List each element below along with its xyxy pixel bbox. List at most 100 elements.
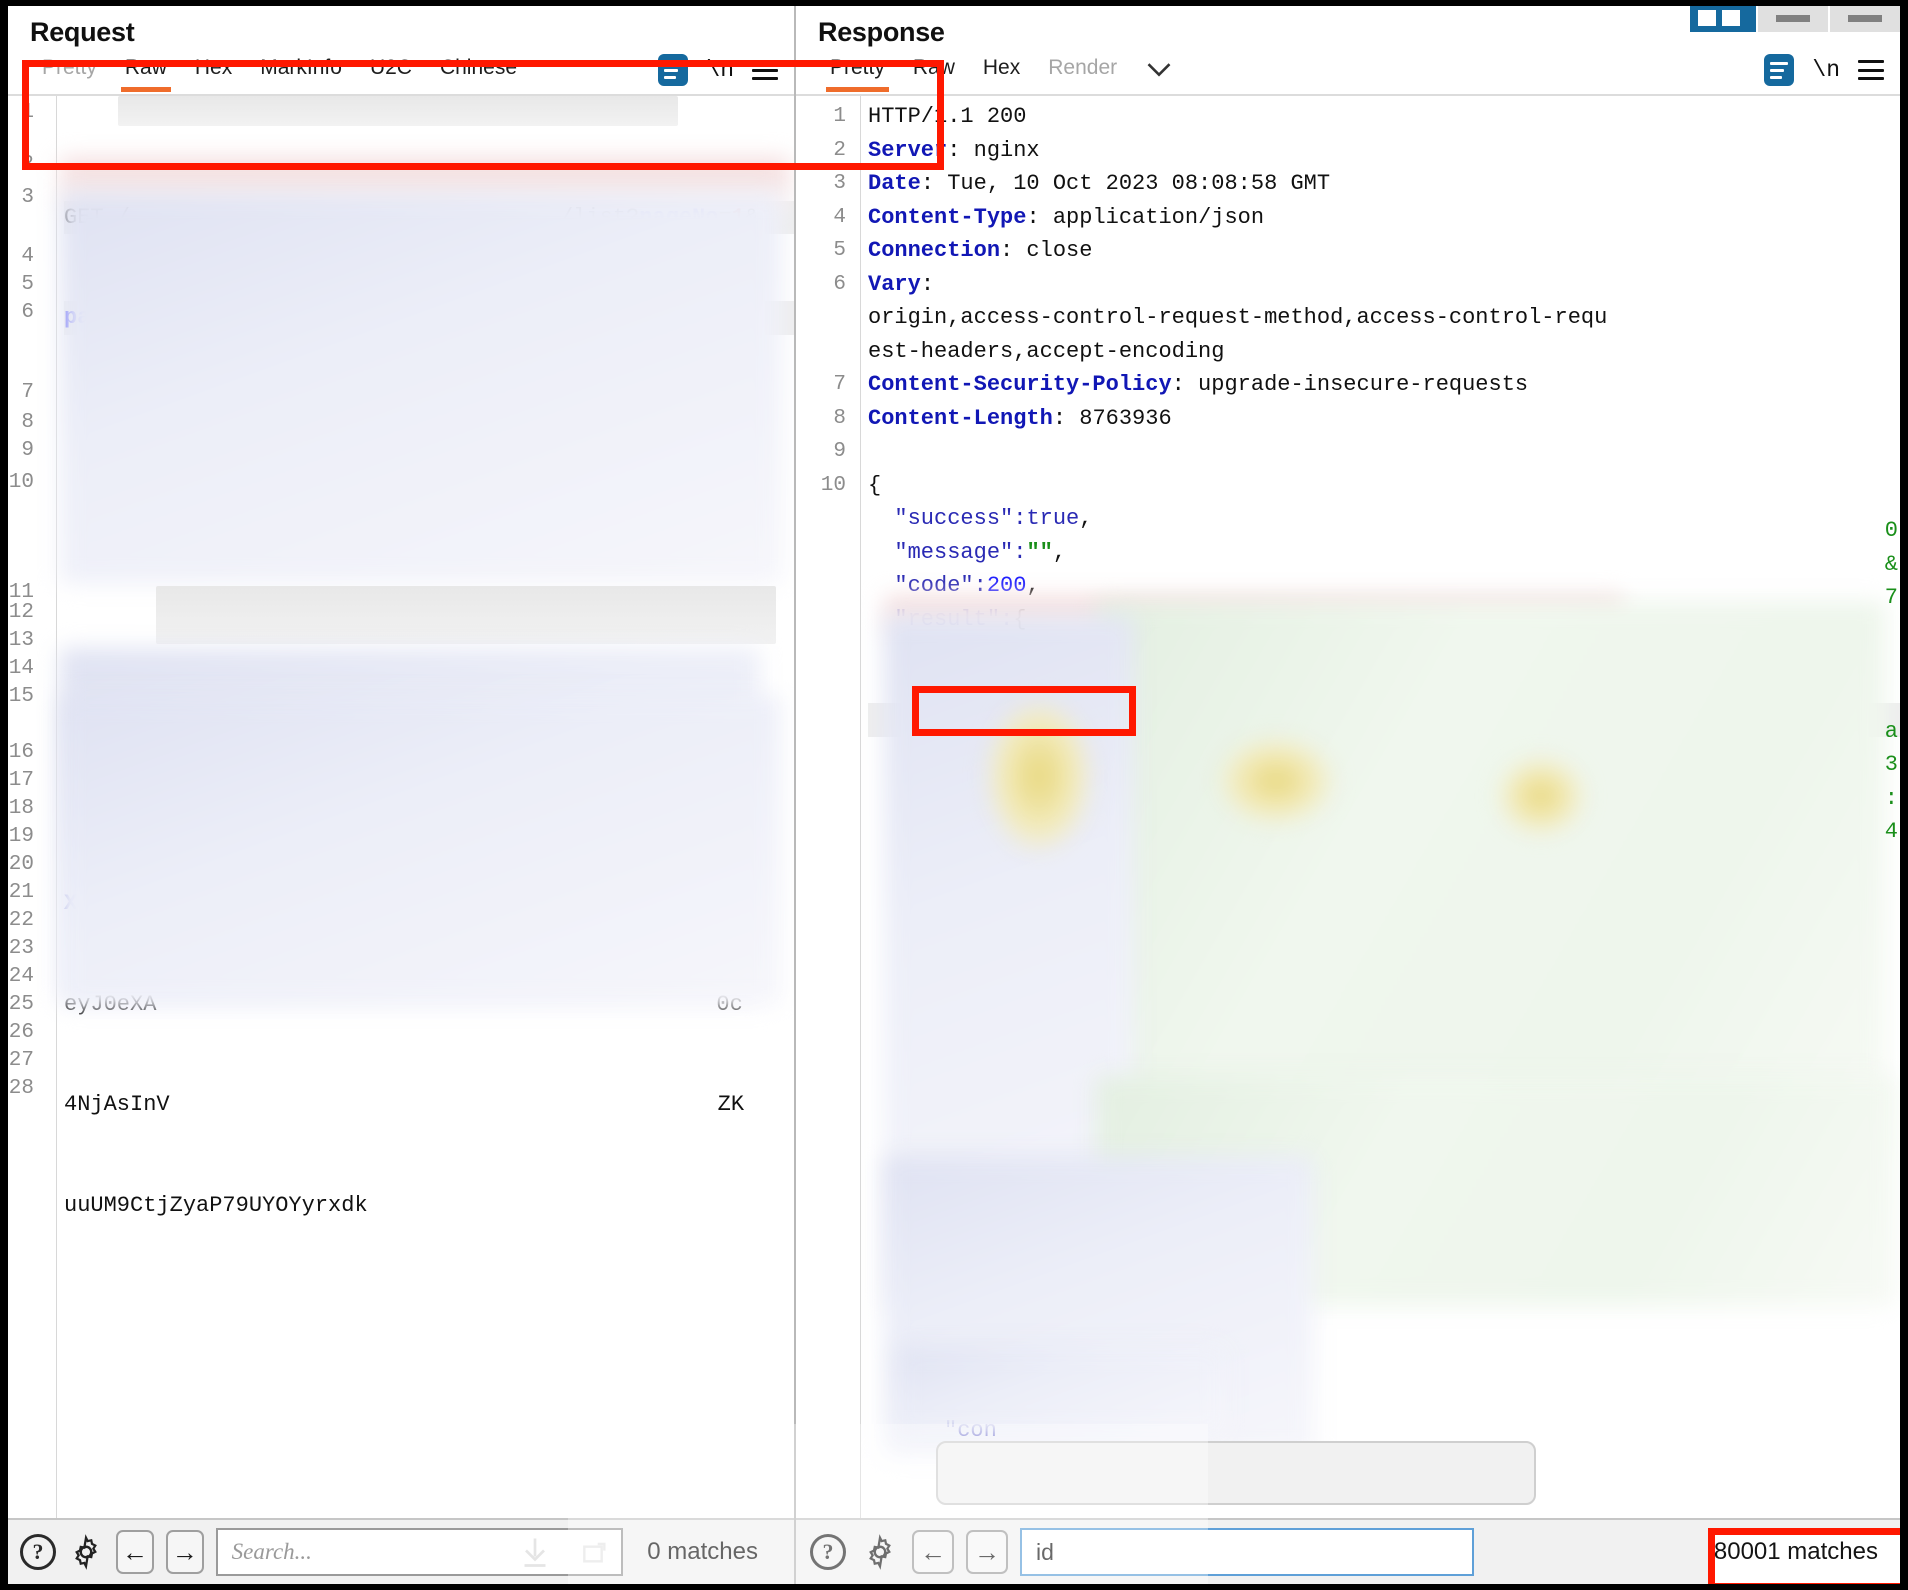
tab-response-raw[interactable]: Raw [899,50,969,90]
request-panel: Request Pretty Raw Hex MarkInfo U2C Chin… [8,6,1208,1584]
request-line-number: 9 [21,439,34,462]
json-key: "success": [894,506,1027,531]
restore-window-button[interactable] [1690,6,1756,32]
regex-toggle-icon [583,1542,606,1563]
response-line-number-blank [796,301,854,335]
help-icon-response[interactable]: ? [808,1532,848,1572]
colon: : [920,171,935,196]
search-placeholder-request: Search... [231,1539,312,1564]
response-header-key: Server [868,137,948,163]
tab-response-render[interactable]: Render [1034,50,1131,90]
response-line-number-blank [796,335,854,369]
response-header-key: Date [868,171,921,196]
blur-response-highlight-1 [984,696,1094,856]
download-icon [524,1538,546,1567]
response-header-value: est-headers,accept-encoding [868,338,1225,364]
response-header-key: Content-Length [868,405,1053,431]
maximize-window-button[interactable] [1828,6,1900,32]
response-line-number-blank: . [796,569,854,603]
word-wrap-icon[interactable] [658,54,689,86]
token-prefix-2: 4NjAsInV [64,1092,170,1117]
response-header-value: 8763936 [1066,405,1172,431]
request-line-number: 7 [21,381,34,404]
edge-frag-5: : [1884,785,1898,811]
response-header-value: application/json [1039,204,1265,230]
tab-request-raw[interactable]: Raw [111,50,181,92]
newline-icon-response[interactable]: \n [1812,57,1840,83]
response-header-value: Tue, 10 Oct 2023 08:08:58 GMT [934,171,1331,196]
search-input-request[interactable]: Search... [215,1528,624,1576]
response-line-number: 8 [833,406,846,430]
response-line: est-headers,accept-encoding [868,335,1900,369]
response-line-number: 2 [833,138,846,162]
request-panel-title: Request [30,17,135,47]
edge-frag-2: 7 [1884,585,1898,610]
response-header-key: Vary [868,271,921,297]
response-line-number: 7 [833,373,846,396]
gutter-divider [56,96,57,1518]
response-header-key: Content-Type [868,204,1027,230]
response-line: Date: Tue, 10 Oct 2023 08:08:58 GMT [868,167,1900,201]
response-json-line: "message":"", [868,536,1900,570]
response-header-key: Content-Security-Policy [868,372,1172,397]
gear-icon-response[interactable] [860,1532,900,1572]
json-value: true [1026,506,1080,531]
match-count-response: 80001 matches [1713,1538,1878,1565]
tab-response-hex[interactable]: Hex [969,50,1034,90]
match-count-request: 0 matches [647,1538,758,1565]
request-line-number: 1 [21,101,34,124]
request-body[interactable]: 1 2 3 4 5 6 7 8 9 10 11 12 13 14 15 16 17 18 19 20 21 22 23 24 2… [8,96,794,1518]
tab-request-pretty[interactable]: Pretty [28,50,111,90]
colon: : [1171,372,1185,397]
blur-response-highlight-2 [1216,736,1336,826]
response-line: Vary: [868,268,1900,302]
colon: : [1052,405,1067,431]
menu-icon-response[interactable] [1858,60,1884,80]
response-json-line: "success":true, [868,502,1900,536]
chevron-down-icon[interactable] [1131,50,1187,96]
search-forward-button-response[interactable]: → [966,1530,1008,1574]
redaction-token-1 [156,586,776,644]
search-value-response: id [1036,1538,1054,1565]
response-line-number: 1 [833,105,846,128]
tab-request-markinfo[interactable]: MarkInfo [246,50,356,90]
response-line: Content-Length: 8763936 [868,402,1900,436]
menu-icon[interactable] [752,60,778,80]
response-line: origin,access-control-request-method,acc… [868,301,1900,335]
tab-response-pretty[interactable]: Pretty [816,50,899,92]
request-line-number: 10 [8,471,34,494]
tab-request-chinese[interactable]: Chinese [426,50,531,90]
help-glyph-request: ? [20,1534,56,1570]
response-header-value: HTTP/1.1 200 [868,104,1027,129]
search-back-button-response[interactable]: ← [912,1530,954,1574]
response-line [868,435,1900,469]
response-header-value: upgrade-insecure-requests [1184,372,1529,397]
tab-request-u2c[interactable]: U2C [356,50,426,90]
minimize-window-button[interactable] [1756,6,1828,32]
edge-frag-4: 3 [1884,752,1898,777]
response-line: Content-Type: application/json [868,201,1900,235]
search-back-button-request[interactable]: ← [116,1530,154,1574]
search-input-response[interactable]: id [1020,1528,1474,1576]
search-forward-button-request[interactable]: → [165,1530,204,1574]
response-header-value: nginx [960,137,1040,163]
response-panel: Response Pretty Raw Hex Render \n 123456… [796,6,1900,1584]
word-wrap-icon-response[interactable] [1764,54,1795,86]
help-icon-request[interactable]: ? [20,1532,56,1572]
window-controls[interactable] [1690,6,1900,32]
response-body[interactable]: 1 2 3 4 5 6 7 8 9 10....... HTTP/1.1 200 Server: n… [796,96,1900,1518]
response-line: Connection: close [868,234,1900,268]
response-tab-icons: \n [1764,50,1900,86]
request-tab-icons: \n [658,50,794,86]
request-line-number: 3 [21,186,34,209]
response-line-number-blank: . [796,536,854,570]
gear-icon-request[interactable] [68,1532,104,1572]
edge-frag-0: 0 [1884,518,1898,543]
response-line-number: 9 [833,440,846,463]
request-line-number: 15 [8,685,34,708]
request-token-line-2: 4NjAsInV ZK [64,1088,794,1122]
response-line-number: 3 [833,172,846,195]
tab-request-hex[interactable]: Hex [181,50,246,90]
newline-icon[interactable]: \n [706,57,734,83]
help-glyph-response: ? [810,1534,846,1570]
